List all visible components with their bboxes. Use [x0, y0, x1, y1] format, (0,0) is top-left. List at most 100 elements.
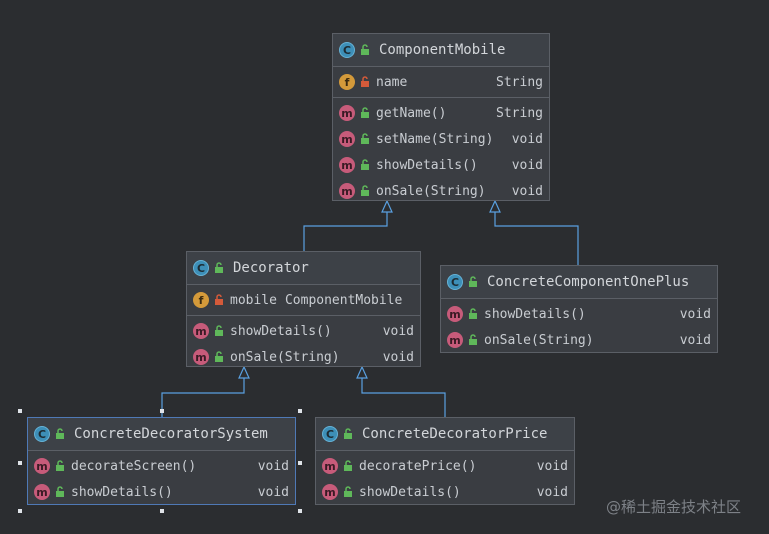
resize-handle-bottom-right[interactable] [298, 509, 302, 513]
method-icon: m [447, 306, 463, 322]
method-return-type: void [382, 349, 414, 365]
private-lock-icon [215, 294, 223, 305]
method-return-type: void [511, 131, 543, 147]
class-header[interactable]: C Decorator [187, 252, 420, 285]
field-type: String [496, 74, 543, 90]
method-row[interactable]: m getName() String [333, 100, 549, 126]
class-icon: C [322, 426, 338, 442]
method-row[interactable]: m decoratePrice() void [316, 453, 574, 479]
private-lock-icon [361, 76, 369, 87]
method-icon: m [34, 484, 50, 500]
class-name: ComponentMobile [379, 42, 506, 58]
resize-handle-top-center[interactable] [160, 409, 164, 413]
method-return-type: void [536, 458, 568, 474]
public-lock-icon [361, 185, 369, 196]
class-decorator[interactable]: C Decorator f mobile ComponentMobile m s… [186, 251, 421, 367]
field-name: name [376, 74, 408, 90]
method-return-type: void [511, 183, 543, 199]
public-lock-icon [469, 334, 477, 345]
class-header[interactable]: C ConcreteComponentOnePlus [441, 266, 717, 299]
edge-system-to-decorator [161, 378, 245, 418]
class-concrete-component-oneplus[interactable]: C ConcreteComponentOnePlus m showDetails… [440, 265, 718, 353]
resize-handle-bottom-center[interactable] [160, 509, 164, 513]
class-icon: C [339, 42, 355, 58]
method-row[interactable]: m showDetails() void [333, 152, 549, 178]
public-lock-icon [361, 159, 369, 170]
class-concrete-decorator-price[interactable]: C ConcreteDecoratorPrice m decoratePrice… [315, 417, 575, 505]
method-row[interactable]: m showDetails() void [441, 301, 717, 327]
class-header[interactable]: C ConcreteDecoratorPrice [316, 418, 574, 451]
method-row[interactable]: m showDetails() void [316, 479, 574, 505]
methods-section: m getName() String m setName(String) voi… [333, 98, 549, 206]
method-row[interactable]: m onSale(String) void [333, 178, 549, 204]
public-lock-icon [361, 133, 369, 144]
edge-oneplus-to-componentmobile [494, 212, 579, 265]
public-lock-icon [56, 486, 64, 497]
public-lock-icon [344, 428, 352, 439]
field-name: mobile [230, 292, 277, 308]
method-name: decoratePrice() [359, 458, 477, 474]
public-lock-icon [469, 276, 477, 287]
method-row[interactable]: m decorateScreen() void [28, 453, 295, 479]
method-row[interactable]: m onSale(String) void [187, 344, 420, 370]
class-header[interactable]: C ConcreteDecoratorSystem [28, 418, 295, 451]
methods-section: m decoratePrice() void m showDetails() v… [316, 451, 574, 507]
resize-handle-top-left[interactable] [18, 409, 22, 413]
field-icon: f [339, 74, 355, 90]
method-name: onSale(String) [376, 183, 486, 199]
resize-handle-middle-right[interactable] [298, 461, 302, 465]
public-lock-icon [215, 325, 223, 336]
method-icon: m [193, 349, 209, 365]
public-lock-icon [361, 107, 369, 118]
field-icon: f [193, 292, 209, 308]
method-icon: m [34, 458, 50, 474]
method-return-type: void [257, 458, 289, 474]
public-lock-icon [344, 486, 352, 497]
method-name: onSale(String) [484, 332, 594, 348]
public-lock-icon [215, 351, 223, 362]
class-component-mobile[interactable]: C ComponentMobile f name String m getNam… [332, 33, 550, 201]
method-row[interactable]: m showDetails() void [187, 318, 420, 344]
method-return-type: void [511, 157, 543, 173]
method-name: showDetails() [71, 484, 173, 500]
public-lock-icon [56, 428, 64, 439]
public-lock-icon [56, 460, 64, 471]
method-row[interactable]: m onSale(String) void [441, 327, 717, 353]
class-header[interactable]: C ComponentMobile [333, 34, 549, 67]
edge-price-to-decorator [361, 378, 446, 418]
method-name: decorateScreen() [71, 458, 197, 474]
resize-handle-middle-left[interactable] [18, 461, 22, 465]
method-icon: m [339, 105, 355, 121]
edge-decorator-to-componentmobile [303, 212, 388, 252]
method-icon: m [193, 323, 209, 339]
resize-handle-bottom-left[interactable] [18, 509, 22, 513]
method-return-type: String [496, 105, 543, 121]
methods-section: m showDetails() void m onSale(String) vo… [441, 299, 717, 355]
methods-section: m showDetails() void m onSale(String) vo… [187, 316, 420, 372]
public-lock-icon [469, 308, 477, 319]
class-icon: C [34, 426, 50, 442]
method-return-type: void [679, 306, 711, 322]
method-icon: m [322, 458, 338, 474]
method-name: showDetails() [230, 323, 332, 339]
public-lock-icon [344, 460, 352, 471]
field-type: ComponentMobile [284, 292, 403, 308]
method-name: setName(String) [376, 131, 494, 147]
method-row[interactable]: m showDetails() void [28, 479, 295, 505]
resize-handle-top-right[interactable] [298, 409, 302, 413]
abstract-method-icon: m [339, 183, 355, 199]
field-row[interactable]: f name String [333, 69, 549, 95]
method-name: showDetails() [484, 306, 586, 322]
methods-section: m decorateScreen() void m showDetails() … [28, 451, 295, 507]
public-lock-icon [361, 44, 369, 55]
method-icon: m [447, 332, 463, 348]
method-row[interactable]: m setName(String) void [333, 126, 549, 152]
abstract-class-icon: C [193, 260, 209, 276]
method-name: showDetails() [359, 484, 461, 500]
watermark: @稀土掘金技术社区 [606, 498, 742, 516]
class-concrete-decorator-system[interactable]: C ConcreteDecoratorSystem m decorateScre… [27, 417, 296, 505]
abstract-method-icon: m [339, 157, 355, 173]
field-row[interactable]: f mobile ComponentMobile [187, 287, 420, 313]
fields-section: f name String [333, 67, 549, 98]
method-return-type: void [536, 484, 568, 500]
